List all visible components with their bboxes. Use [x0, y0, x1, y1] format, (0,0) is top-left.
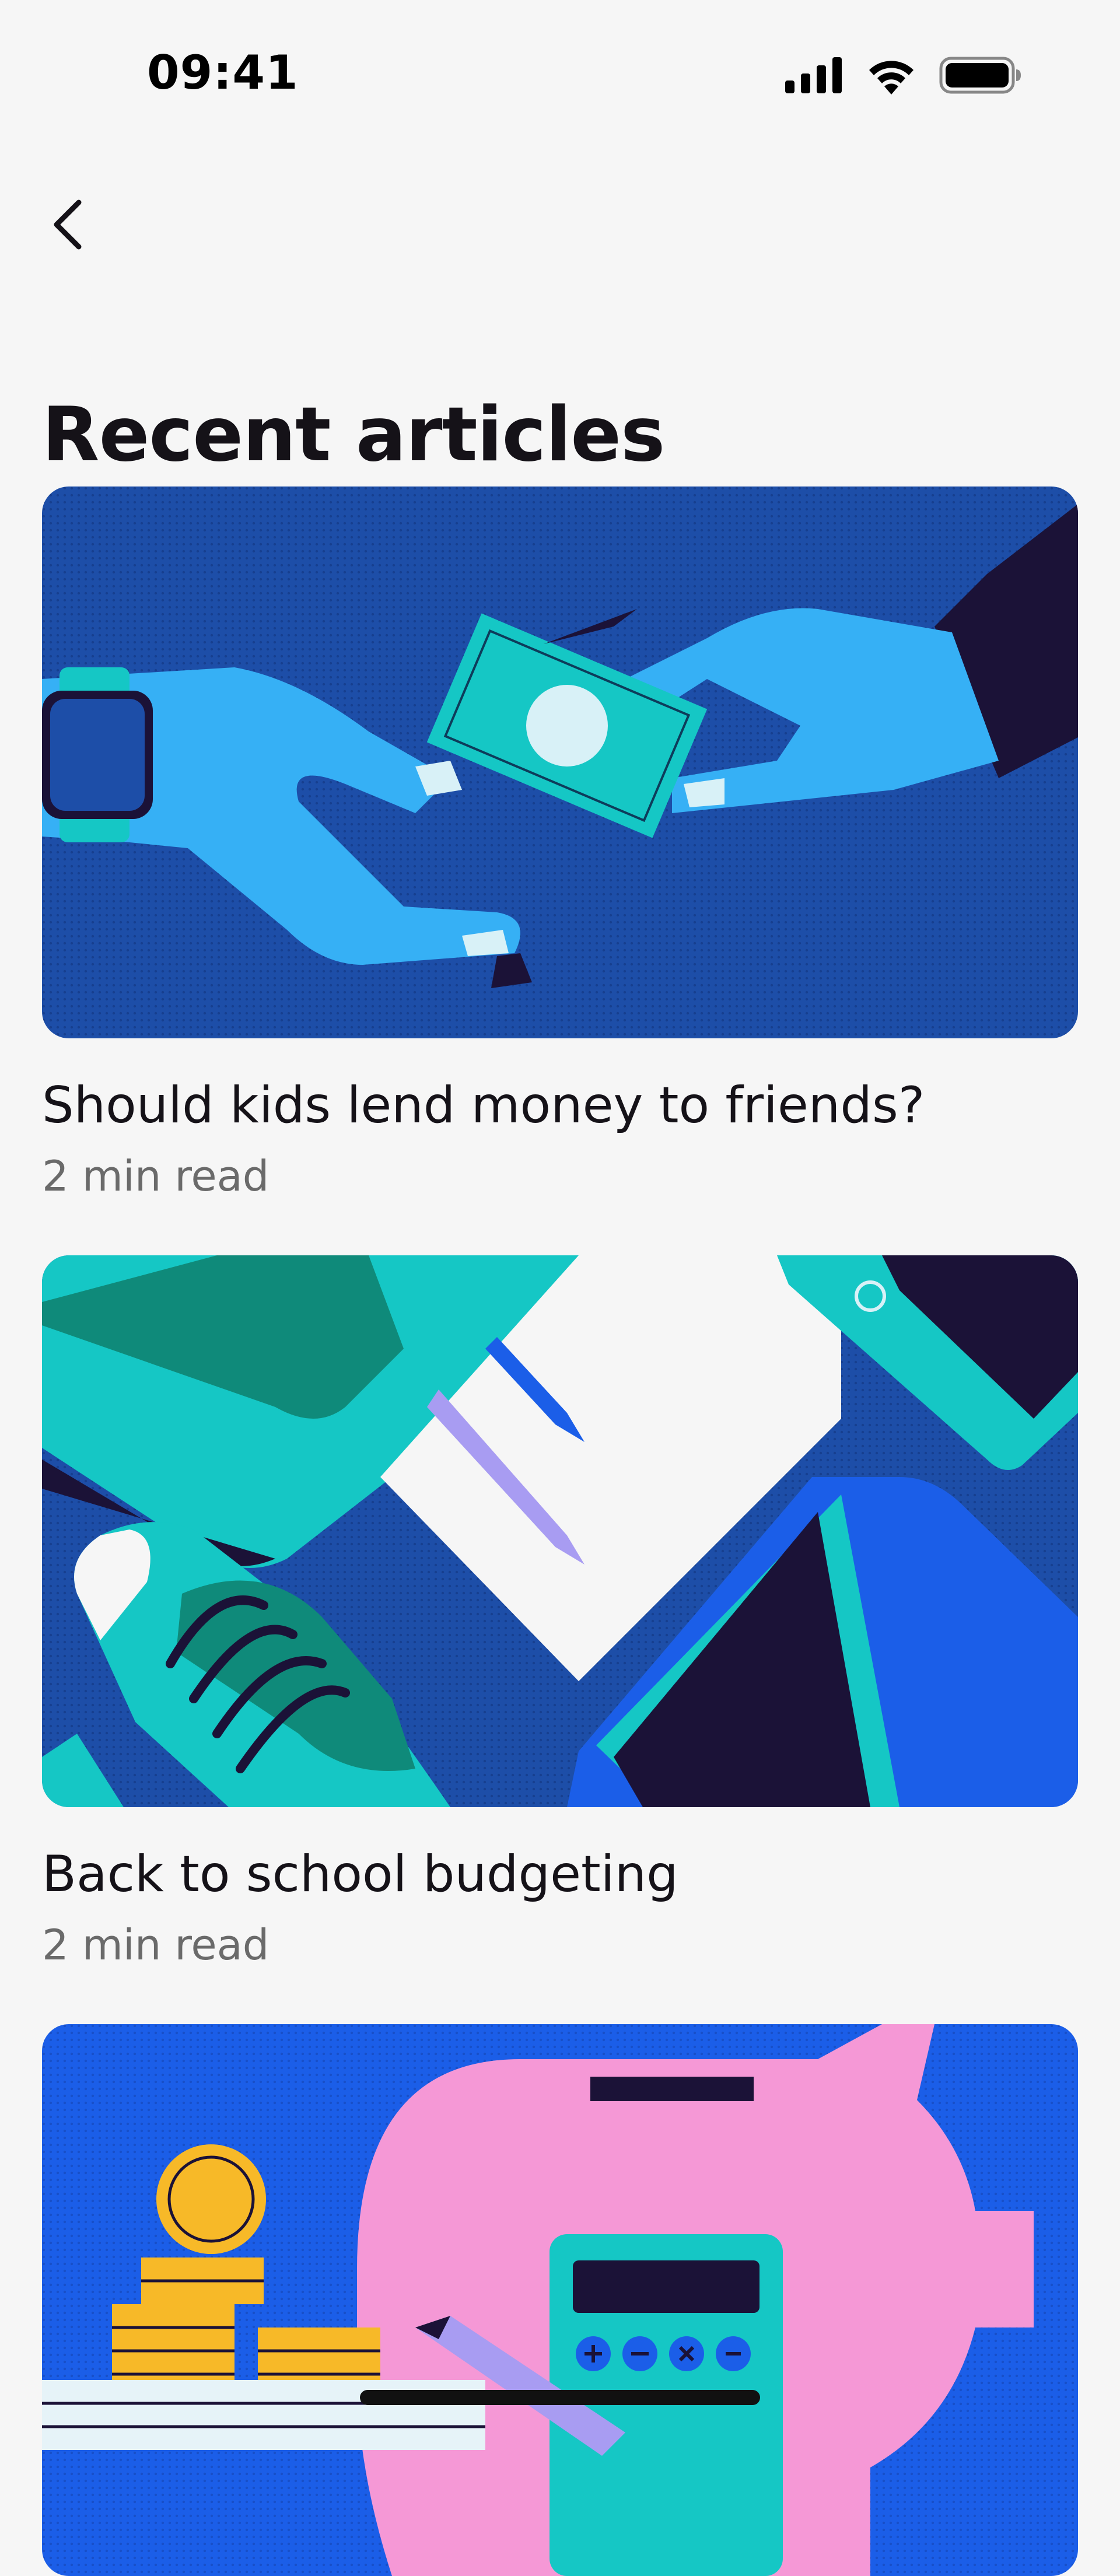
article-image	[42, 2024, 1078, 2576]
home-indicator[interactable]	[360, 2390, 760, 2405]
article-image	[42, 487, 1078, 1038]
chevron-left-icon	[54, 200, 82, 250]
status-icons	[785, 56, 1021, 94]
cellular-signal-icon	[785, 57, 842, 93]
back-button[interactable]	[35, 192, 99, 257]
wifi-icon	[869, 61, 914, 94]
article-read-time: 2 min read	[42, 1920, 270, 1969]
article-image	[42, 1255, 1078, 1807]
article-card[interactable]	[42, 2024, 1078, 2576]
status-time: 09:41	[147, 46, 299, 100]
article-title: Back to school budgeting	[42, 1845, 678, 1903]
battery-icon	[939, 57, 1021, 94]
status-bar: 09:41	[0, 0, 1120, 152]
article-card[interactable]: Back to school budgeting 2 min read	[42, 1255, 1078, 1966]
article-card[interactable]: Should kids lend money to friends? 2 min…	[42, 487, 1078, 1197]
page-title: Recent articles	[42, 391, 665, 478]
article-read-time: 2 min read	[42, 1152, 270, 1200]
article-title: Should kids lend money to friends?	[42, 1076, 925, 1135]
